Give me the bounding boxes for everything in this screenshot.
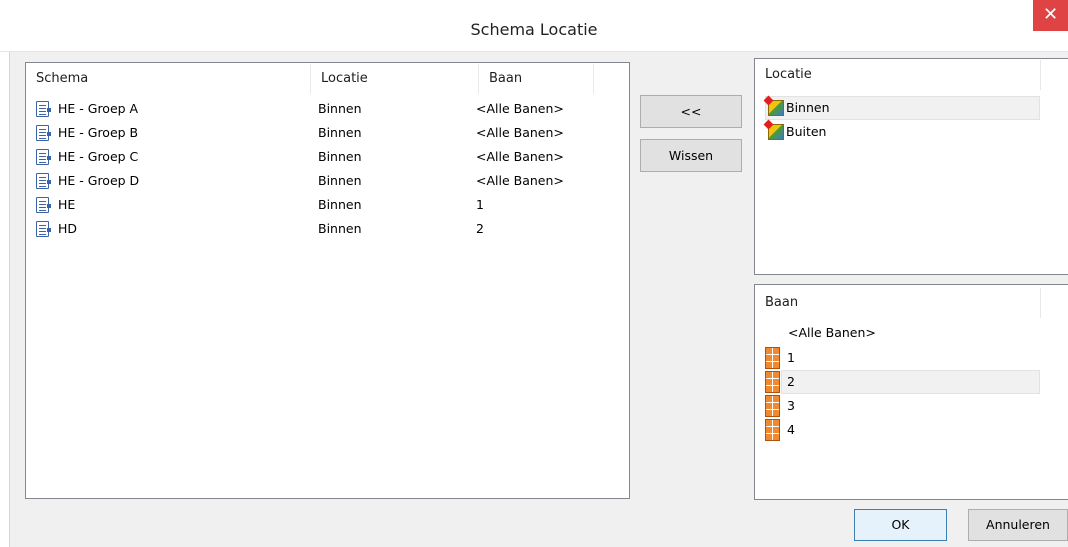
list-item-label: 1 <box>787 350 795 365</box>
schema-locatie: Binnen <box>318 149 362 164</box>
column-header-locatie[interactable]: Locatie <box>755 60 1041 90</box>
schema-locatie: Binnen <box>318 101 362 116</box>
ok-button[interactable]: OK <box>854 509 947 541</box>
column-header-schema[interactable]: Schema <box>26 64 311 94</box>
list-item-label: Buiten <box>786 124 827 139</box>
schema-baan: <Alle Banen> <box>476 173 564 188</box>
window-title: Schema Locatie <box>470 20 598 39</box>
court-icon <box>765 347 780 369</box>
court-icon <box>765 419 780 441</box>
title-bar: Schema Locatie ✕ <box>0 0 1068 52</box>
schema-locatie: Binnen <box>318 221 362 236</box>
document-icon <box>36 221 51 237</box>
schema-baan: 2 <box>476 221 484 236</box>
locatie-list-view[interactable]: Locatie Binnen Buiten <box>754 58 1068 275</box>
column-header-filler <box>594 64 629 94</box>
schema-baan: <Alle Banen> <box>476 149 564 164</box>
schema-baan: 1 <box>476 197 484 212</box>
schema-name: HE <box>58 197 76 212</box>
document-icon <box>36 125 51 141</box>
schema-name: HE - Groep C <box>58 149 139 164</box>
clear-button[interactable]: Wissen <box>640 139 742 172</box>
schema-baan: <Alle Banen> <box>476 125 564 140</box>
schema-name: HD <box>58 221 78 236</box>
court-icon <box>765 395 780 417</box>
location-icon <box>768 100 784 116</box>
document-icon <box>36 197 51 213</box>
schema-name: HE - Groep B <box>58 125 139 140</box>
location-icon <box>768 124 784 140</box>
baan-list-view[interactable]: Baan <Alle Banen> 1 2 3 4 <box>754 284 1068 500</box>
list-item-label: <Alle Banen> <box>788 325 876 340</box>
assign-button[interactable]: << <box>640 95 742 128</box>
selected-row-highlight <box>781 370 1040 394</box>
document-icon <box>36 149 51 165</box>
schema-locatie: Binnen <box>318 125 362 140</box>
column-header-baan[interactable]: Baan <box>479 64 594 94</box>
schema-name: HE - Groep D <box>58 173 140 188</box>
close-icon: ✕ <box>1042 4 1059 25</box>
document-icon <box>36 173 51 189</box>
list-item-label: 2 <box>787 374 795 389</box>
court-icon <box>765 371 780 393</box>
schema-locatie: Binnen <box>318 197 362 212</box>
schema-name: HE - Groep A <box>58 101 139 116</box>
list-item-label: 3 <box>787 398 795 413</box>
column-header-baan[interactable]: Baan <box>755 288 1041 318</box>
document-icon <box>36 101 51 117</box>
schema-list-view[interactable]: Schema Locatie Baan HE - Groep A Binnen … <box>25 62 630 499</box>
column-header-locatie[interactable]: Locatie <box>311 64 479 94</box>
list-item-label: 4 <box>787 422 795 437</box>
cancel-button[interactable]: Annuleren <box>968 509 1068 541</box>
list-item-label: Binnen <box>786 100 830 115</box>
close-button[interactable]: ✕ <box>1033 0 1068 31</box>
schema-locatie: Binnen <box>318 173 362 188</box>
schema-baan: <Alle Banen> <box>476 101 564 116</box>
